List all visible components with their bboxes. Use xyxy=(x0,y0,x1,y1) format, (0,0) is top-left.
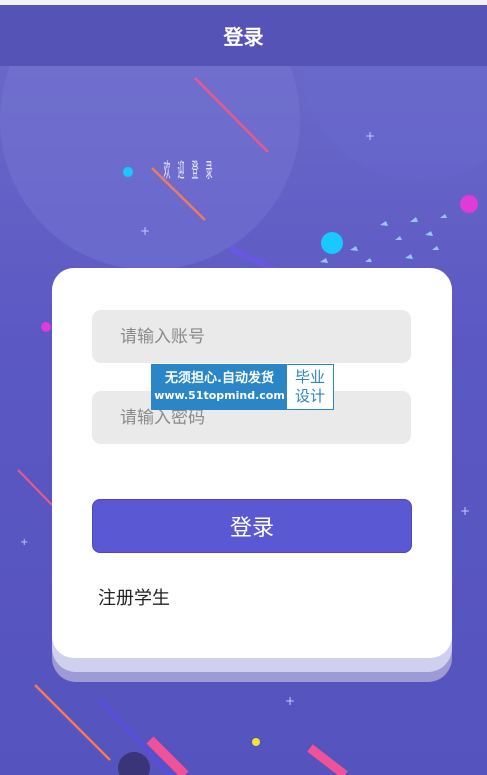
login-button[interactable]: 登录 xyxy=(92,499,412,553)
welcome-char: 登 xyxy=(191,157,199,182)
svg-text:+: + xyxy=(460,504,470,518)
svg-text:+: + xyxy=(365,129,375,143)
welcome-char: 欢 xyxy=(163,157,171,182)
watermark-right-line2: 设计 xyxy=(294,387,325,405)
login-card: 登录 注册学生 xyxy=(52,268,452,658)
welcome-banner: 欢 迎 登 录 xyxy=(160,148,216,188)
watermark-slogan: 无须担心.自动发货 xyxy=(165,371,274,386)
watermark-badge: 无须担心.自动发货 www.51topmind.com 毕业 设计 xyxy=(151,364,334,410)
page-title: 登录 xyxy=(223,25,264,49)
account-input[interactable] xyxy=(92,310,411,363)
welcome-char: 录 xyxy=(205,157,213,182)
svg-text:+: + xyxy=(140,224,150,238)
register-student-link[interactable]: 注册学生 xyxy=(98,584,170,610)
watermark-left: 无须担心.自动发货 www.51topmind.com xyxy=(152,365,287,409)
watermark-right-line1: 毕业 xyxy=(294,368,325,386)
svg-text:+: + xyxy=(285,694,295,708)
watermark-url: www.51topmind.com xyxy=(154,389,285,402)
watermark-right: 毕业 设计 xyxy=(287,365,333,409)
welcome-char: 迎 xyxy=(177,157,185,182)
svg-text:+: + xyxy=(20,537,28,548)
app-header: 登录 xyxy=(0,5,487,66)
